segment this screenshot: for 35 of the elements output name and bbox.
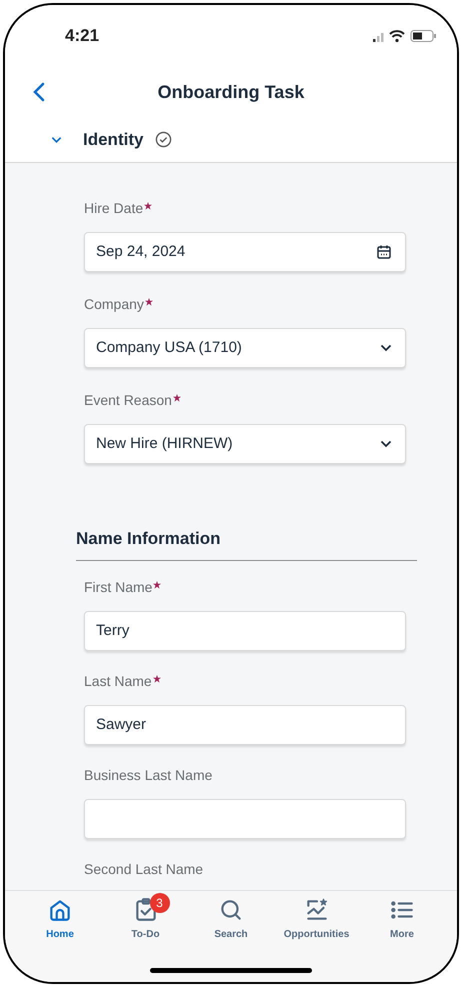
field-value: New Hire (HIRNEW) bbox=[96, 434, 233, 454]
field-label: Event Reason bbox=[84, 391, 172, 409]
tab-bar-item[interactable]: Home bbox=[21, 897, 99, 942]
field-label: Hire Date bbox=[84, 199, 144, 217]
page-title: Onboarding Task bbox=[158, 80, 304, 104]
chevron-icon bbox=[51, 136, 62, 144]
calendar-icon bbox=[376, 244, 392, 260]
field-value: Sawyer bbox=[96, 714, 146, 735]
date-field[interactable]: Sep 24, 2024 bbox=[84, 232, 406, 272]
input-field[interactable] bbox=[84, 799, 406, 839]
field-label: Second Last Name bbox=[84, 860, 204, 878]
input-field[interactable]: Terry bbox=[84, 611, 406, 651]
tab-bar-item[interactable]: Opportunities bbox=[278, 897, 356, 942]
tab-bar-item[interactable]: Search bbox=[192, 897, 270, 942]
notification-badge: 3 bbox=[150, 893, 170, 913]
section-header[interactable]: Identity bbox=[5, 117, 457, 163]
check-circle-icon bbox=[155, 131, 172, 148]
field-value: Company USA (1710) bbox=[96, 338, 242, 358]
field-label: Company bbox=[84, 295, 144, 313]
back-icon bbox=[33, 82, 45, 102]
section-title: Identity bbox=[83, 128, 144, 151]
chevron-down-icon bbox=[380, 344, 392, 352]
field-label: Last Name bbox=[84, 672, 152, 690]
dropdown-field[interactable]: New Hire (HIRNEW) bbox=[84, 424, 406, 464]
field-label: Business Last Name bbox=[84, 766, 212, 784]
input-field[interactable]: Sawyer bbox=[84, 705, 406, 745]
status-time: 4:21 bbox=[65, 25, 100, 48]
subsection-title: Name Information bbox=[76, 529, 221, 548]
field-value: Terry bbox=[96, 620, 130, 641]
field-value: Sep 24, 2024 bbox=[96, 242, 186, 262]
tab-bar-item[interactable]: More bbox=[363, 897, 441, 942]
dropdown-field[interactable]: Company USA (1710) bbox=[84, 328, 406, 368]
field-label: First Name bbox=[84, 578, 152, 596]
chevron-down-icon bbox=[380, 440, 392, 448]
status-indicators-icon bbox=[373, 29, 439, 43]
